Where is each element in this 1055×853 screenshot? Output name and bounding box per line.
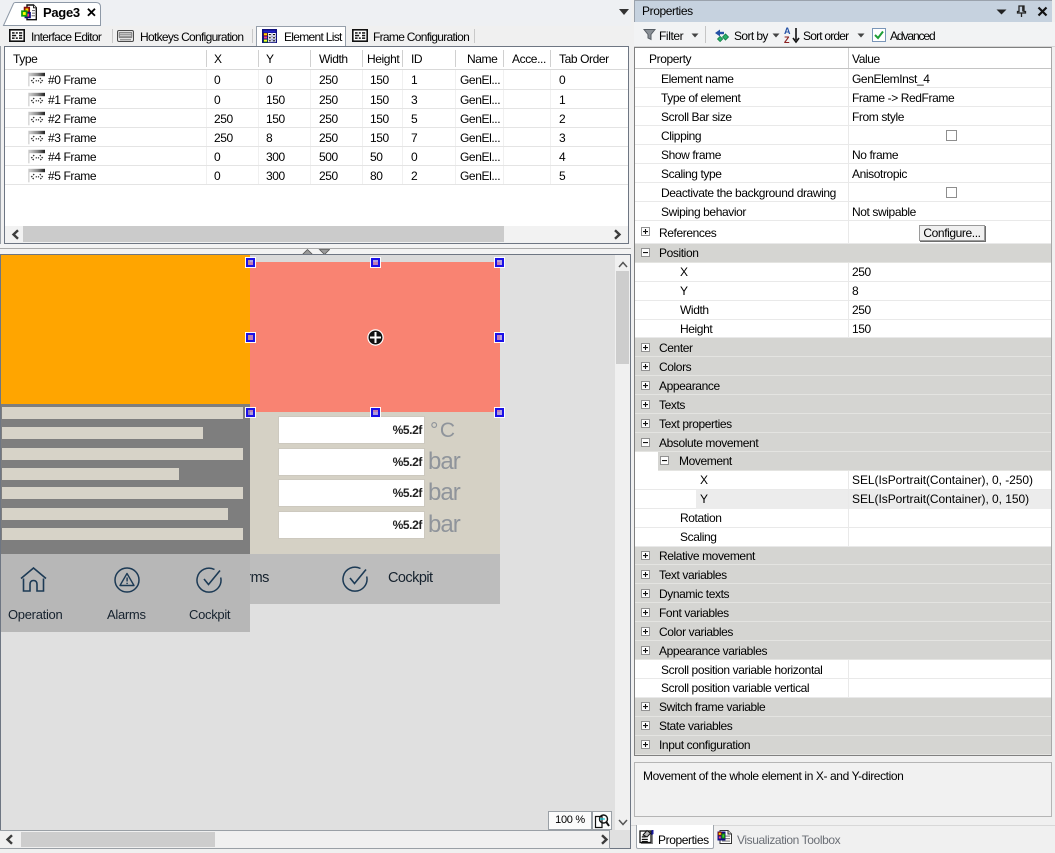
svg-text:Z: Z bbox=[784, 35, 790, 45]
